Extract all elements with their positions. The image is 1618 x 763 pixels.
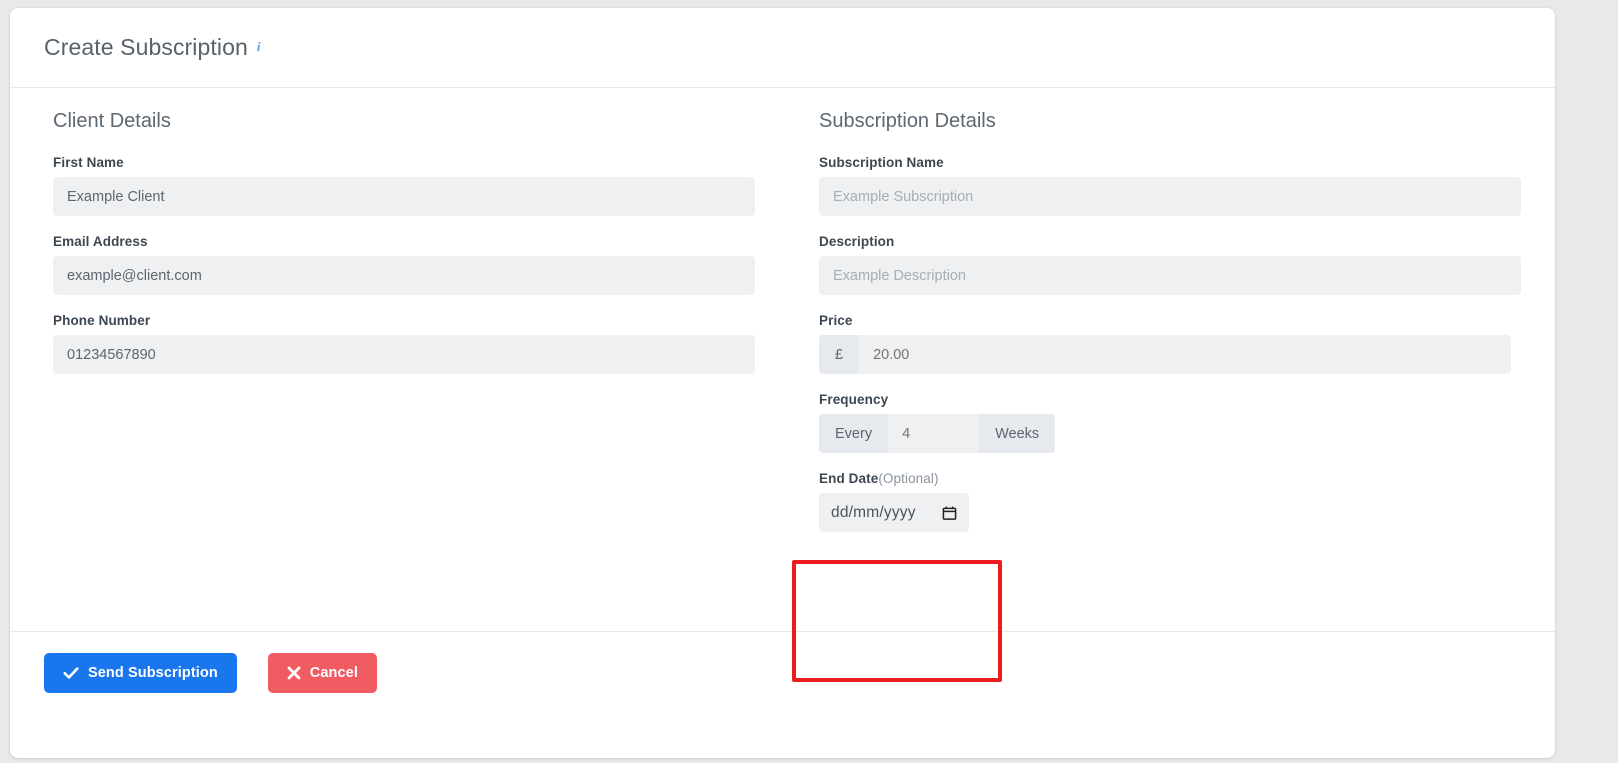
card-footer: Send Subscription Cancel <box>10 631 1555 714</box>
first-name-input[interactable] <box>53 177 755 216</box>
end-date-group: End Date(Optional) dd/mm/yyyy <box>810 471 1521 532</box>
price-group: Price £ <box>810 313 1521 374</box>
price-label: Price <box>819 313 853 328</box>
cancel-button[interactable]: Cancel <box>267 653 377 693</box>
check-icon <box>63 667 79 679</box>
end-date-placeholder-text: dd/mm/yyyy <box>831 503 916 521</box>
end-date-optional-text: (Optional) <box>878 471 939 486</box>
email-address-input[interactable] <box>53 256 755 295</box>
email-address-label: Email Address <box>53 234 148 249</box>
description-input[interactable] <box>819 256 1521 295</box>
subscription-details-heading: Subscription Details <box>819 110 996 132</box>
frequency-input-group: Every Weeks <box>819 414 1521 453</box>
calendar-icon[interactable] <box>942 505 957 520</box>
info-icon[interactable]: i <box>257 40 261 53</box>
subscription-details-column: Subscription Details Subscription Name D… <box>769 110 1521 550</box>
frequency-label: Frequency <box>819 392 889 407</box>
send-subscription-label: Send Subscription <box>88 665 218 681</box>
subscription-name-input[interactable] <box>819 177 1521 216</box>
card-header: Create Subscription i <box>10 8 1555 88</box>
email-address-group: Email Address <box>44 234 769 295</box>
subscription-name-label: Subscription Name <box>819 155 944 170</box>
client-details-heading: Client Details <box>53 110 171 132</box>
currency-symbol-addon: £ <box>819 335 860 374</box>
card-body: Client Details First Name Email Address … <box>10 88 1555 682</box>
first-name-group: First Name <box>44 155 769 216</box>
price-input[interactable] <box>859 335 1512 374</box>
end-date-label: End Date(Optional) <box>819 471 1521 486</box>
frequency-group: Frequency Every Weeks <box>810 392 1521 453</box>
frequency-input[interactable] <box>888 414 980 453</box>
x-icon <box>287 666 301 680</box>
phone-number-group: Phone Number <box>44 313 769 374</box>
end-date-input[interactable]: dd/mm/yyyy <box>819 493 969 532</box>
first-name-label: First Name <box>53 155 124 170</box>
phone-number-input[interactable] <box>53 335 755 374</box>
description-label: Description <box>819 234 895 249</box>
description-group: Description <box>810 234 1521 295</box>
send-subscription-button[interactable]: Send Subscription <box>44 653 237 693</box>
cancel-label: Cancel <box>309 665 358 681</box>
frequency-suffix-addon: Weeks <box>979 414 1056 453</box>
end-date-label-text: End Date <box>819 471 879 486</box>
price-input-group: £ <box>819 335 1521 374</box>
subscription-name-group: Subscription Name <box>810 155 1521 216</box>
phone-number-label: Phone Number <box>53 313 151 328</box>
client-details-column: Client Details First Name Email Address … <box>44 110 769 550</box>
create-subscription-card: Create Subscription i Client Details Fir… <box>10 8 1555 758</box>
frequency-prefix-addon: Every <box>819 414 889 453</box>
page-title: Create Subscription <box>44 34 248 60</box>
